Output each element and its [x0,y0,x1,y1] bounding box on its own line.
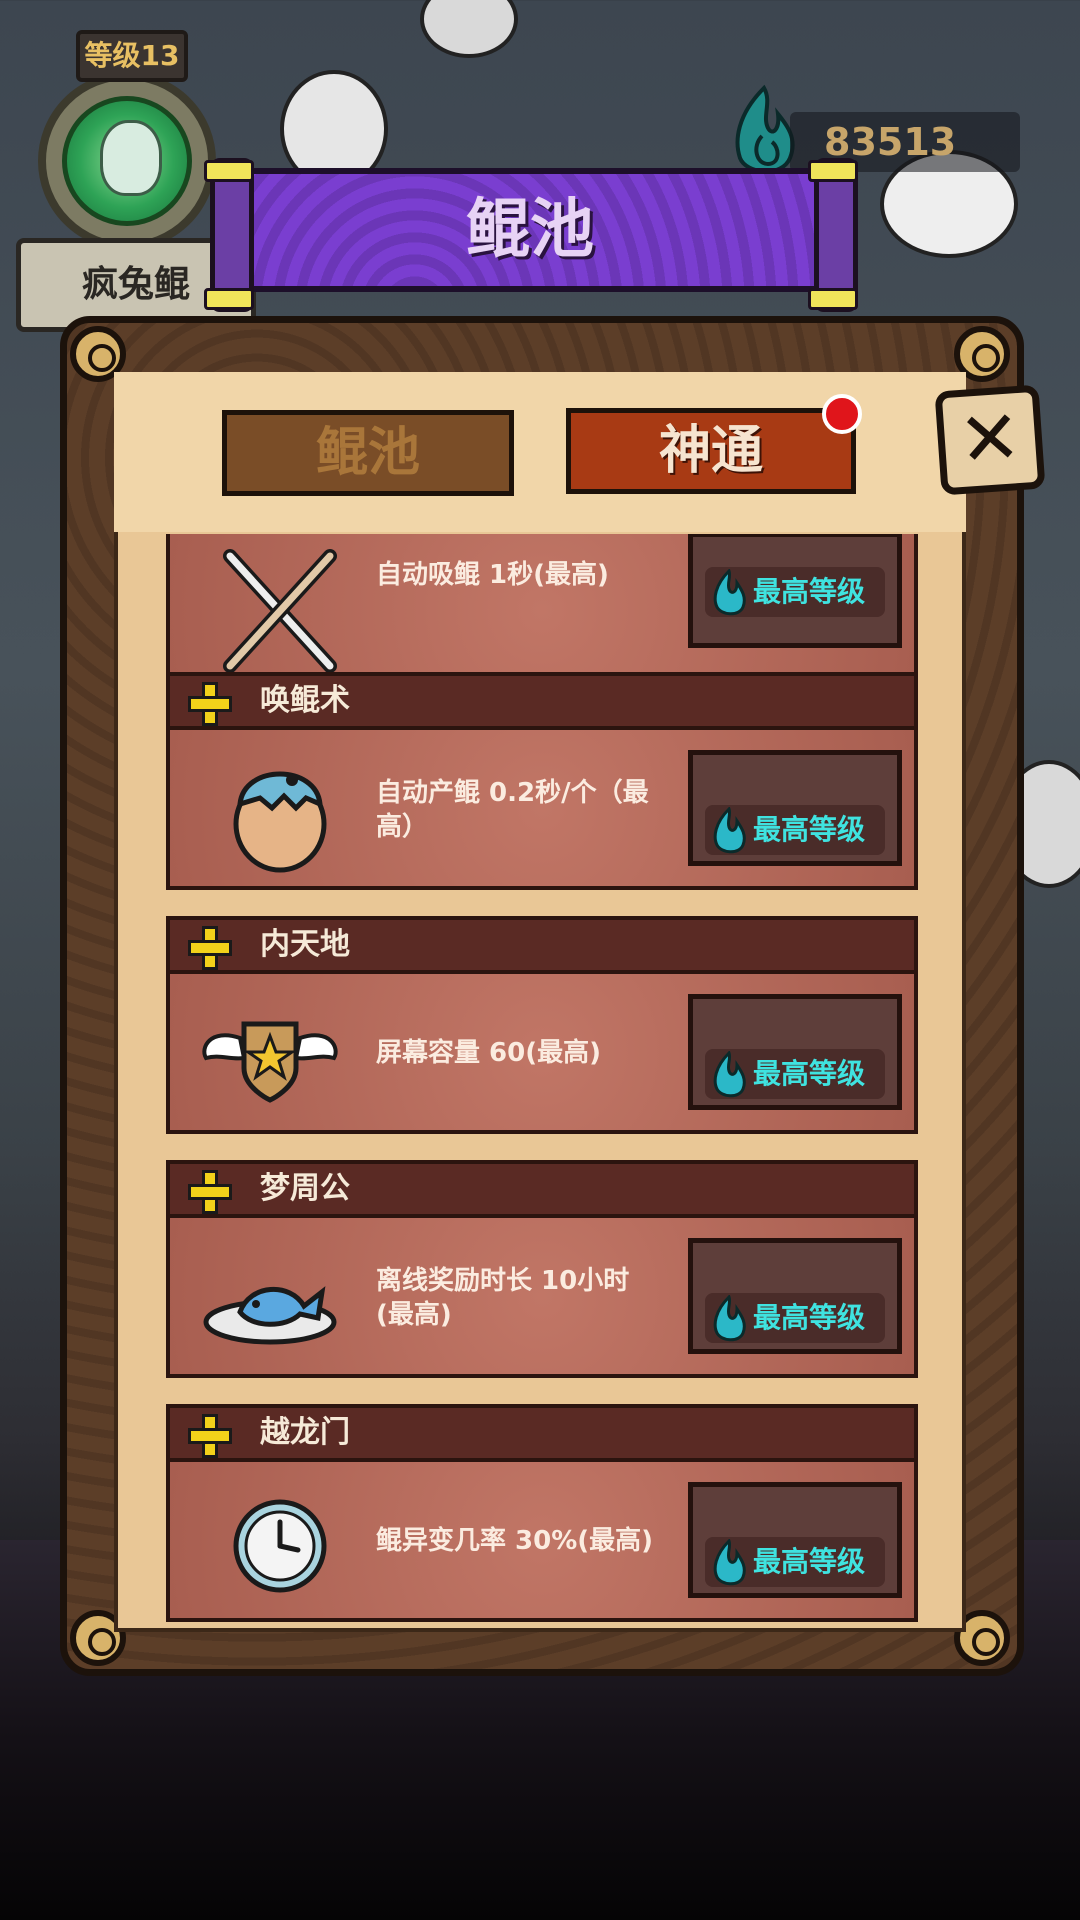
tab-kun-pool[interactable]: 鲲池 [222,410,514,496]
plus-icon [188,682,232,726]
max-level-label: 最高等级 [753,575,866,608]
card-header: 唤鲲术 [166,672,918,730]
max-level-label: 最高等级 [753,1301,866,1334]
fish-plate-icon [203,1286,337,1345]
skill-name: 越龙门 [260,1415,350,1450]
notification-dot [822,394,862,434]
close-button[interactable]: ✕ [934,384,1046,496]
soul-flame-icon [713,1051,746,1098]
skill-description: 屏幕容量 60(最高) [376,1038,601,1068]
max-level-panel: 最高等级 [688,1482,902,1598]
card-body: 鲲异变几率 30%(最高) 最高等级 [166,1462,918,1622]
max-level-button[interactable]: 最高等级 [705,567,885,617]
page-title: 鲲池 [466,193,594,267]
skill-name: 内天地 [260,927,350,962]
skill-description: 鲲异变几率 30%(最高) [376,1526,654,1556]
soul-flame-icon [713,1539,746,1586]
max-level-label: 最高等级 [753,813,866,846]
clock-icon [233,1499,327,1593]
skill-list[interactable]: 自动吸鲲 1秒(最高) 最高等级 唤鲲术 自动产鲲 0.2秒/个（最高） 最高等… [118,534,962,1628]
card-header: 梦周公 [166,1160,918,1218]
skill-name: 唤鲲术 [260,683,350,718]
floating-creature [420,0,518,58]
soul-flame-icon [713,569,746,616]
tab-abilities[interactable]: 神通 [566,408,856,494]
max-level-label: 最高等级 [753,1545,866,1578]
skill-name: 梦周公 [260,1171,350,1206]
plus-icon [188,1414,232,1458]
soul-flame-icon [713,807,746,854]
close-icon: ✕ [955,393,1024,485]
skill-description: 自动产鲲 0.2秒/个（最高） [376,778,649,842]
max-level-button[interactable]: 最高等级 [705,1293,885,1343]
max-level-label: 最高等级 [753,1057,866,1090]
soul-flame-icon [713,1295,746,1342]
card-body: 自动吸鲲 1秒(最高) 最高等级 [166,534,918,692]
card-body: 离线奖励时长 10小时(最高) 最高等级 [166,1218,918,1378]
card-body: 自动产鲲 0.2秒/个（最高） 最高等级 [166,730,918,890]
card-header: 越龙门 [166,1404,918,1462]
max-level-panel: 最高等级 [688,750,902,866]
card-body: 屏幕容量 60(最高) 最高等级 [166,974,918,1134]
plus-icon [188,1170,232,1214]
max-level-panel: 最高等级 [688,534,902,648]
level-badge: 等级13 [76,30,188,82]
max-level-panel: 最高等级 [688,1238,902,1354]
winged-shield-icon [202,1021,338,1103]
plus-icon [188,926,232,970]
max-level-panel: 最高等级 [688,994,902,1110]
skill-description: 自动吸鲲 1秒(最高) [376,560,609,590]
kun-egg-icon [100,120,162,196]
card-header: 内天地 [166,916,918,974]
max-level-button[interactable]: 最高等级 [705,805,885,855]
max-level-button[interactable]: 最高等级 [705,1049,885,1099]
skill-description: 离线奖励时长 10小时(最高) [376,1266,630,1330]
max-level-button[interactable]: 最高等级 [705,1537,885,1587]
fork-knife-icon [223,549,337,673]
egg-icon [233,771,327,873]
